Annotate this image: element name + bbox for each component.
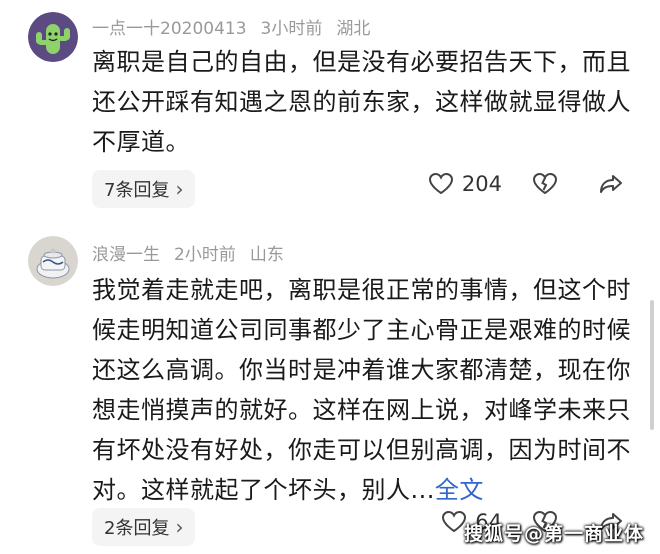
view-replies-button[interactable]: 7条回复 ›	[92, 170, 196, 208]
comment-text: 离职是自己的自由，但是没有必要招告天下，而且还公开踩有知遇之恩的前东家，这样做就…	[92, 48, 631, 156]
scrollbar[interactable]	[650, 300, 654, 430]
comment-item: 浪漫一生 2小时前 山东 我觉着走就走吧，离职是很正常的事情，但这个时候走明知道公司…	[0, 214, 660, 554]
avatar[interactable]	[28, 12, 78, 62]
comment-location: 湖北	[336, 19, 371, 39]
comment-time: 2小时前	[174, 245, 236, 265]
share-icon	[600, 175, 622, 193]
broken-heart-icon	[532, 172, 558, 195]
avatar[interactable]	[28, 236, 78, 286]
read-more-link[interactable]: 全文	[435, 476, 484, 504]
comment-text-content: 我觉着走就走吧，离职是很正常的事情，但这个时候走明知道公司同事都少了主心骨正是艰…	[92, 276, 631, 504]
username[interactable]: 一点一十20200413	[92, 19, 247, 39]
heart-icon	[428, 172, 453, 195]
comment-actions: 204	[428, 172, 624, 196]
comment-location: 山东	[249, 245, 284, 265]
view-replies-button[interactable]: 2条回复 ›	[92, 508, 196, 546]
comment-item: 一点一十20200413 3小时前 湖北 离职是自己的自由，但是没有必要招告天下，而…	[0, 0, 660, 214]
replies-label: 7条回复	[104, 180, 170, 201]
comment-meta: 一点一十20200413 3小时前 湖北	[92, 14, 384, 39]
comment-feed: 一点一十20200413 3小时前 湖北 离职是自己的自由，但是没有必要招告天下，而…	[0, 0, 660, 554]
replies-label: 2条回复	[104, 518, 170, 539]
chevron-right-icon: ›	[175, 177, 184, 201]
dislike-button[interactable]	[532, 172, 558, 196]
comment-time: 3小时前	[260, 19, 323, 39]
chevron-right-icon: ›	[175, 515, 184, 539]
like-count: 204	[461, 172, 502, 196]
porcelain-avatar-icon	[28, 236, 78, 286]
username[interactable]: 浪漫一生	[92, 245, 160, 265]
cactus-avatar-icon	[28, 12, 78, 62]
watermark: 搜狐号@第一商业体	[463, 523, 644, 545]
comment-meta: 浪漫一生 2小时前 山东	[92, 240, 298, 265]
like-button[interactable]: 204	[428, 172, 532, 196]
comment-text: 我觉着走就走吧，离职是很正常的事情，但这个时候走明知道公司同事都少了主心骨正是艰…	[92, 270, 637, 510]
share-button[interactable]	[598, 172, 624, 196]
